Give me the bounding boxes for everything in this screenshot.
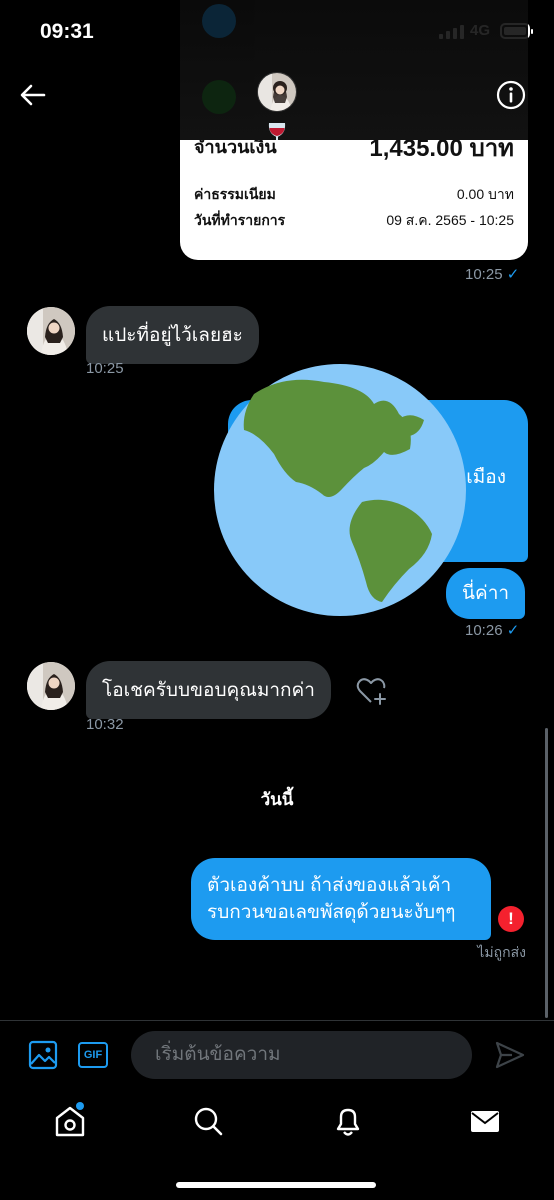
info-icon[interactable] bbox=[496, 80, 526, 110]
receipt-blurred-top bbox=[180, 0, 528, 160]
status-time: 09:31 bbox=[40, 20, 94, 43]
read-check-icon: ✓ bbox=[506, 266, 520, 283]
incoming-message[interactable]: โอเชครับบขอบคุณมากค่า bbox=[86, 661, 331, 719]
message-timestamp: 10:32 bbox=[86, 716, 124, 733]
send-failed-status[interactable]: ไม่ถูกส่ง bbox=[477, 942, 526, 964]
message-text-line: ตัวเองค้าบบ ถ้าส่งของแล้วเค้า bbox=[207, 875, 452, 896]
message-composer: GIF bbox=[0, 1020, 554, 1090]
search-icon[interactable] bbox=[191, 1104, 225, 1138]
receipt-partial-row: จำนวนเงิน 1,435.00 บาท bbox=[180, 140, 528, 162]
scrollbar[interactable] bbox=[545, 728, 548, 1018]
message-text: เมือง bbox=[466, 467, 506, 488]
image-icon[interactable] bbox=[28, 1040, 58, 1070]
transfer-slip-image[interactable]: จำนวนเงิน 1,435.00 บาท ค่าธรรมเนียม 0.00… bbox=[180, 140, 528, 260]
notification-dot bbox=[76, 1102, 84, 1110]
incoming-message[interactable]: แปะที่อยู่ไว้เลยฮะ bbox=[86, 306, 259, 364]
receipt-partial-value: 1,435.00 บาท bbox=[369, 140, 514, 162]
error-icon[interactable]: ! bbox=[498, 906, 524, 932]
receipt-label: ค่าธรรมเนียม bbox=[194, 186, 276, 202]
heart-add-icon[interactable] bbox=[355, 676, 387, 706]
message-text-line: รบกวนขอเลขพัสดุด้วยนะงับๆๆ bbox=[207, 902, 456, 923]
receipt-label: วันที่ทำรายการ bbox=[194, 212, 286, 228]
back-arrow-icon[interactable] bbox=[18, 80, 48, 110]
home-indicator[interactable] bbox=[176, 1182, 376, 1188]
receipt-value: 09 ส.ค. 2565 - 10:25 bbox=[386, 212, 514, 228]
timestamp-text: 10:25 bbox=[465, 266, 503, 283]
message-text: นี่ค่าา bbox=[462, 583, 510, 604]
receipt-value: 0.00 บาท bbox=[456, 186, 514, 202]
message-text: แปะที่อยู่ไว้เลยฮะ bbox=[102, 325, 243, 346]
message-text: โอเชครับบขอบคุณมากค่า bbox=[102, 680, 315, 701]
send-icon[interactable] bbox=[494, 1039, 526, 1071]
receipt-row-date: วันที่ทำรายการ 09 ส.ค. 2565 - 10:25 bbox=[194, 210, 514, 232]
timestamp-text: 10:26 bbox=[465, 622, 503, 639]
sender-avatar[interactable] bbox=[27, 307, 75, 355]
mail-icon[interactable] bbox=[468, 1104, 502, 1138]
sender-avatar[interactable] bbox=[27, 662, 75, 710]
gif-button[interactable]: GIF bbox=[78, 1042, 108, 1068]
outgoing-message-failed[interactable]: ตัวเองค้าบบ ถ้าส่งของแล้วเค้า รบกวนขอเลข… bbox=[191, 858, 491, 940]
message-timestamp: 10:25 bbox=[86, 360, 124, 377]
bell-icon[interactable] bbox=[331, 1104, 365, 1138]
day-separator: วันนี้ bbox=[260, 790, 294, 809]
receipt-row-fee: ค่าธรรมเนียม 0.00 บาท bbox=[194, 184, 514, 206]
message-timestamp: 10:25 ✓ bbox=[465, 265, 519, 283]
header-avatar[interactable] bbox=[257, 72, 297, 112]
read-check-icon: ✓ bbox=[506, 622, 520, 639]
receipt-partial-label: จำนวนเงิน bbox=[194, 140, 277, 157]
message-timestamp: 10:26 ✓ bbox=[465, 621, 519, 639]
message-input[interactable] bbox=[131, 1031, 472, 1079]
globe-emoji-icon bbox=[214, 364, 466, 616]
